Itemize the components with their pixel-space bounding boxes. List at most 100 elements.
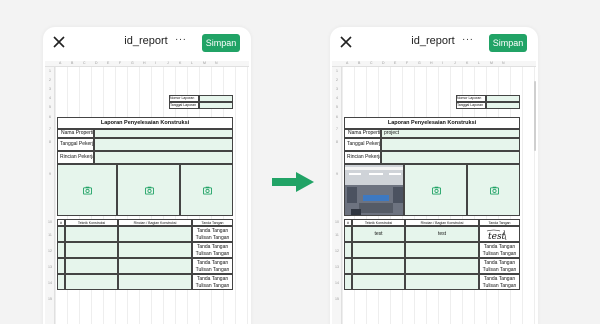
detail-cell[interactable] bbox=[405, 274, 479, 290]
technique-cell[interactable] bbox=[65, 242, 118, 258]
office-photo bbox=[345, 165, 403, 215]
col-signature-header: Tanda Tangan bbox=[192, 219, 233, 226]
photo-slot[interactable] bbox=[404, 164, 467, 216]
property-name-label: Nama Properti bbox=[344, 129, 381, 138]
work-date-label: Tanggal Pekerjaan bbox=[344, 138, 381, 151]
save-button[interactable]: Simpan bbox=[489, 34, 527, 52]
col-label: F bbox=[119, 61, 122, 65]
signature-cell[interactable]: Tanda Tangan Tulisan Tangan bbox=[192, 274, 233, 290]
detail-cell[interactable] bbox=[118, 274, 192, 290]
technique-cell[interactable] bbox=[65, 226, 118, 242]
signature-cell[interactable]: Tanda Tangan Tulisan Tangan bbox=[192, 242, 233, 258]
detail-cell[interactable]: test bbox=[405, 226, 479, 242]
signature-cell[interactable]: Tanda Tangan Tulisan Tangan bbox=[192, 258, 233, 274]
handwriting-label: Tulisan Tangan bbox=[195, 266, 230, 273]
handwriting-label: Tulisan Tangan bbox=[482, 266, 517, 273]
technique-cell[interactable]: test bbox=[352, 226, 405, 242]
col-label: D bbox=[382, 61, 385, 65]
signature-label: Tanda Tangan bbox=[483, 260, 516, 266]
close-icon[interactable] bbox=[51, 34, 67, 50]
report-date-label: Tanggal Laporan bbox=[456, 102, 486, 109]
phone-after: id_report ··· Simpan A B C D E F G H I J… bbox=[330, 27, 538, 324]
row-number-cell[interactable] bbox=[57, 258, 65, 274]
row-number-cell[interactable] bbox=[344, 226, 352, 242]
technique-cell[interactable] bbox=[65, 258, 118, 274]
row-label: 4 bbox=[336, 96, 338, 100]
report-number-field[interactable] bbox=[199, 95, 233, 102]
detail-cell[interactable] bbox=[118, 226, 192, 242]
col-label: J bbox=[454, 61, 456, 65]
row-label: 7 bbox=[49, 127, 51, 131]
col-label: B bbox=[71, 61, 74, 65]
signature-label: Tanda Tangan bbox=[483, 244, 516, 250]
row-number-cell[interactable] bbox=[57, 274, 65, 290]
signature-cell[interactable]: Tanda Tangan Tulisan Tangan bbox=[479, 274, 520, 290]
property-name-field[interactable] bbox=[94, 129, 233, 138]
row-number-cell[interactable] bbox=[344, 258, 352, 274]
scrollbar[interactable] bbox=[534, 81, 536, 151]
detail-cell[interactable] bbox=[405, 242, 479, 258]
more-dots-icon[interactable]: ··· bbox=[462, 34, 474, 45]
spreadsheet[interactable]: A B C D E F G H I J K L M N 1 2 3 4 5 6 … bbox=[45, 61, 249, 324]
work-date-field[interactable] bbox=[94, 138, 233, 151]
row-label: 6 bbox=[49, 115, 51, 119]
col-label: H bbox=[430, 61, 433, 65]
handwriting-label: Tulisan Tangan bbox=[482, 250, 517, 257]
photo-slot[interactable] bbox=[117, 164, 180, 216]
detail-cell[interactable] bbox=[118, 258, 192, 274]
row-label: 12 bbox=[48, 249, 52, 253]
row-label: 5 bbox=[49, 105, 51, 109]
row-label: 6 bbox=[336, 115, 338, 119]
col-label: D bbox=[95, 61, 98, 65]
report-date-field[interactable] bbox=[486, 102, 520, 109]
save-button[interactable]: Simpan bbox=[202, 34, 240, 52]
row-label: 2 bbox=[49, 78, 51, 82]
photo-slot[interactable] bbox=[344, 164, 404, 216]
technique-cell[interactable] bbox=[352, 258, 405, 274]
col-technique-header: Teknik Konstruksi bbox=[65, 219, 118, 226]
row-label: 2 bbox=[336, 78, 338, 82]
work-date-field[interactable] bbox=[381, 138, 520, 151]
row-number-cell[interactable] bbox=[344, 274, 352, 290]
col-label: I bbox=[155, 61, 156, 65]
signature-cell[interactable]: Tanda Tangan Tulisan Tangan bbox=[192, 226, 233, 242]
report-date-label: Tanggal Laporan bbox=[169, 102, 199, 109]
camera-icon bbox=[145, 186, 154, 195]
camera-icon bbox=[203, 186, 212, 195]
work-detail-field[interactable] bbox=[94, 151, 233, 164]
property-name-field[interactable]: project bbox=[381, 129, 520, 138]
signature-label: Tanda Tangan bbox=[196, 276, 229, 282]
row-label: 3 bbox=[336, 87, 338, 91]
technique-cell[interactable] bbox=[65, 274, 118, 290]
row-label: 8 bbox=[49, 140, 51, 144]
technique-cell[interactable] bbox=[352, 274, 405, 290]
col-label: M bbox=[203, 61, 206, 65]
detail-cell[interactable] bbox=[405, 258, 479, 274]
col-label: E bbox=[394, 61, 397, 65]
photo-slot[interactable] bbox=[180, 164, 233, 216]
work-detail-field[interactable] bbox=[381, 151, 520, 164]
detail-cell[interactable] bbox=[118, 242, 192, 258]
signature-cell[interactable]: Tanda Tangan Tulisan Tangan bbox=[479, 242, 520, 258]
row-number-cell[interactable] bbox=[57, 242, 65, 258]
signature-cell[interactable]: test bbox=[479, 226, 520, 242]
report-number-label: Nomor Laporan bbox=[169, 95, 199, 102]
technique-cell[interactable] bbox=[352, 242, 405, 258]
row-label: 15 bbox=[48, 297, 52, 301]
row-number-cell[interactable] bbox=[57, 226, 65, 242]
col-label: E bbox=[107, 61, 110, 65]
photo-slot[interactable] bbox=[57, 164, 117, 216]
col-label: A bbox=[59, 61, 62, 65]
report-date-field[interactable] bbox=[199, 102, 233, 109]
row-label: 11 bbox=[335, 233, 339, 237]
close-icon[interactable] bbox=[338, 34, 354, 50]
row-label: 8 bbox=[336, 140, 338, 144]
signature-cell[interactable]: Tanda Tangan Tulisan Tangan bbox=[479, 258, 520, 274]
report-number-field[interactable] bbox=[486, 95, 520, 102]
photo-slot[interactable] bbox=[467, 164, 520, 216]
more-dots-icon[interactable]: ··· bbox=[175, 34, 187, 45]
spreadsheet[interactable]: A B C D E F G H I J K L M N 1 2 3 4 5 6 … bbox=[332, 61, 536, 324]
row-number-cell[interactable] bbox=[344, 242, 352, 258]
row-label: 9 bbox=[336, 172, 338, 176]
report-title: Laporan Penyelesaian Konstruksi bbox=[57, 117, 233, 129]
